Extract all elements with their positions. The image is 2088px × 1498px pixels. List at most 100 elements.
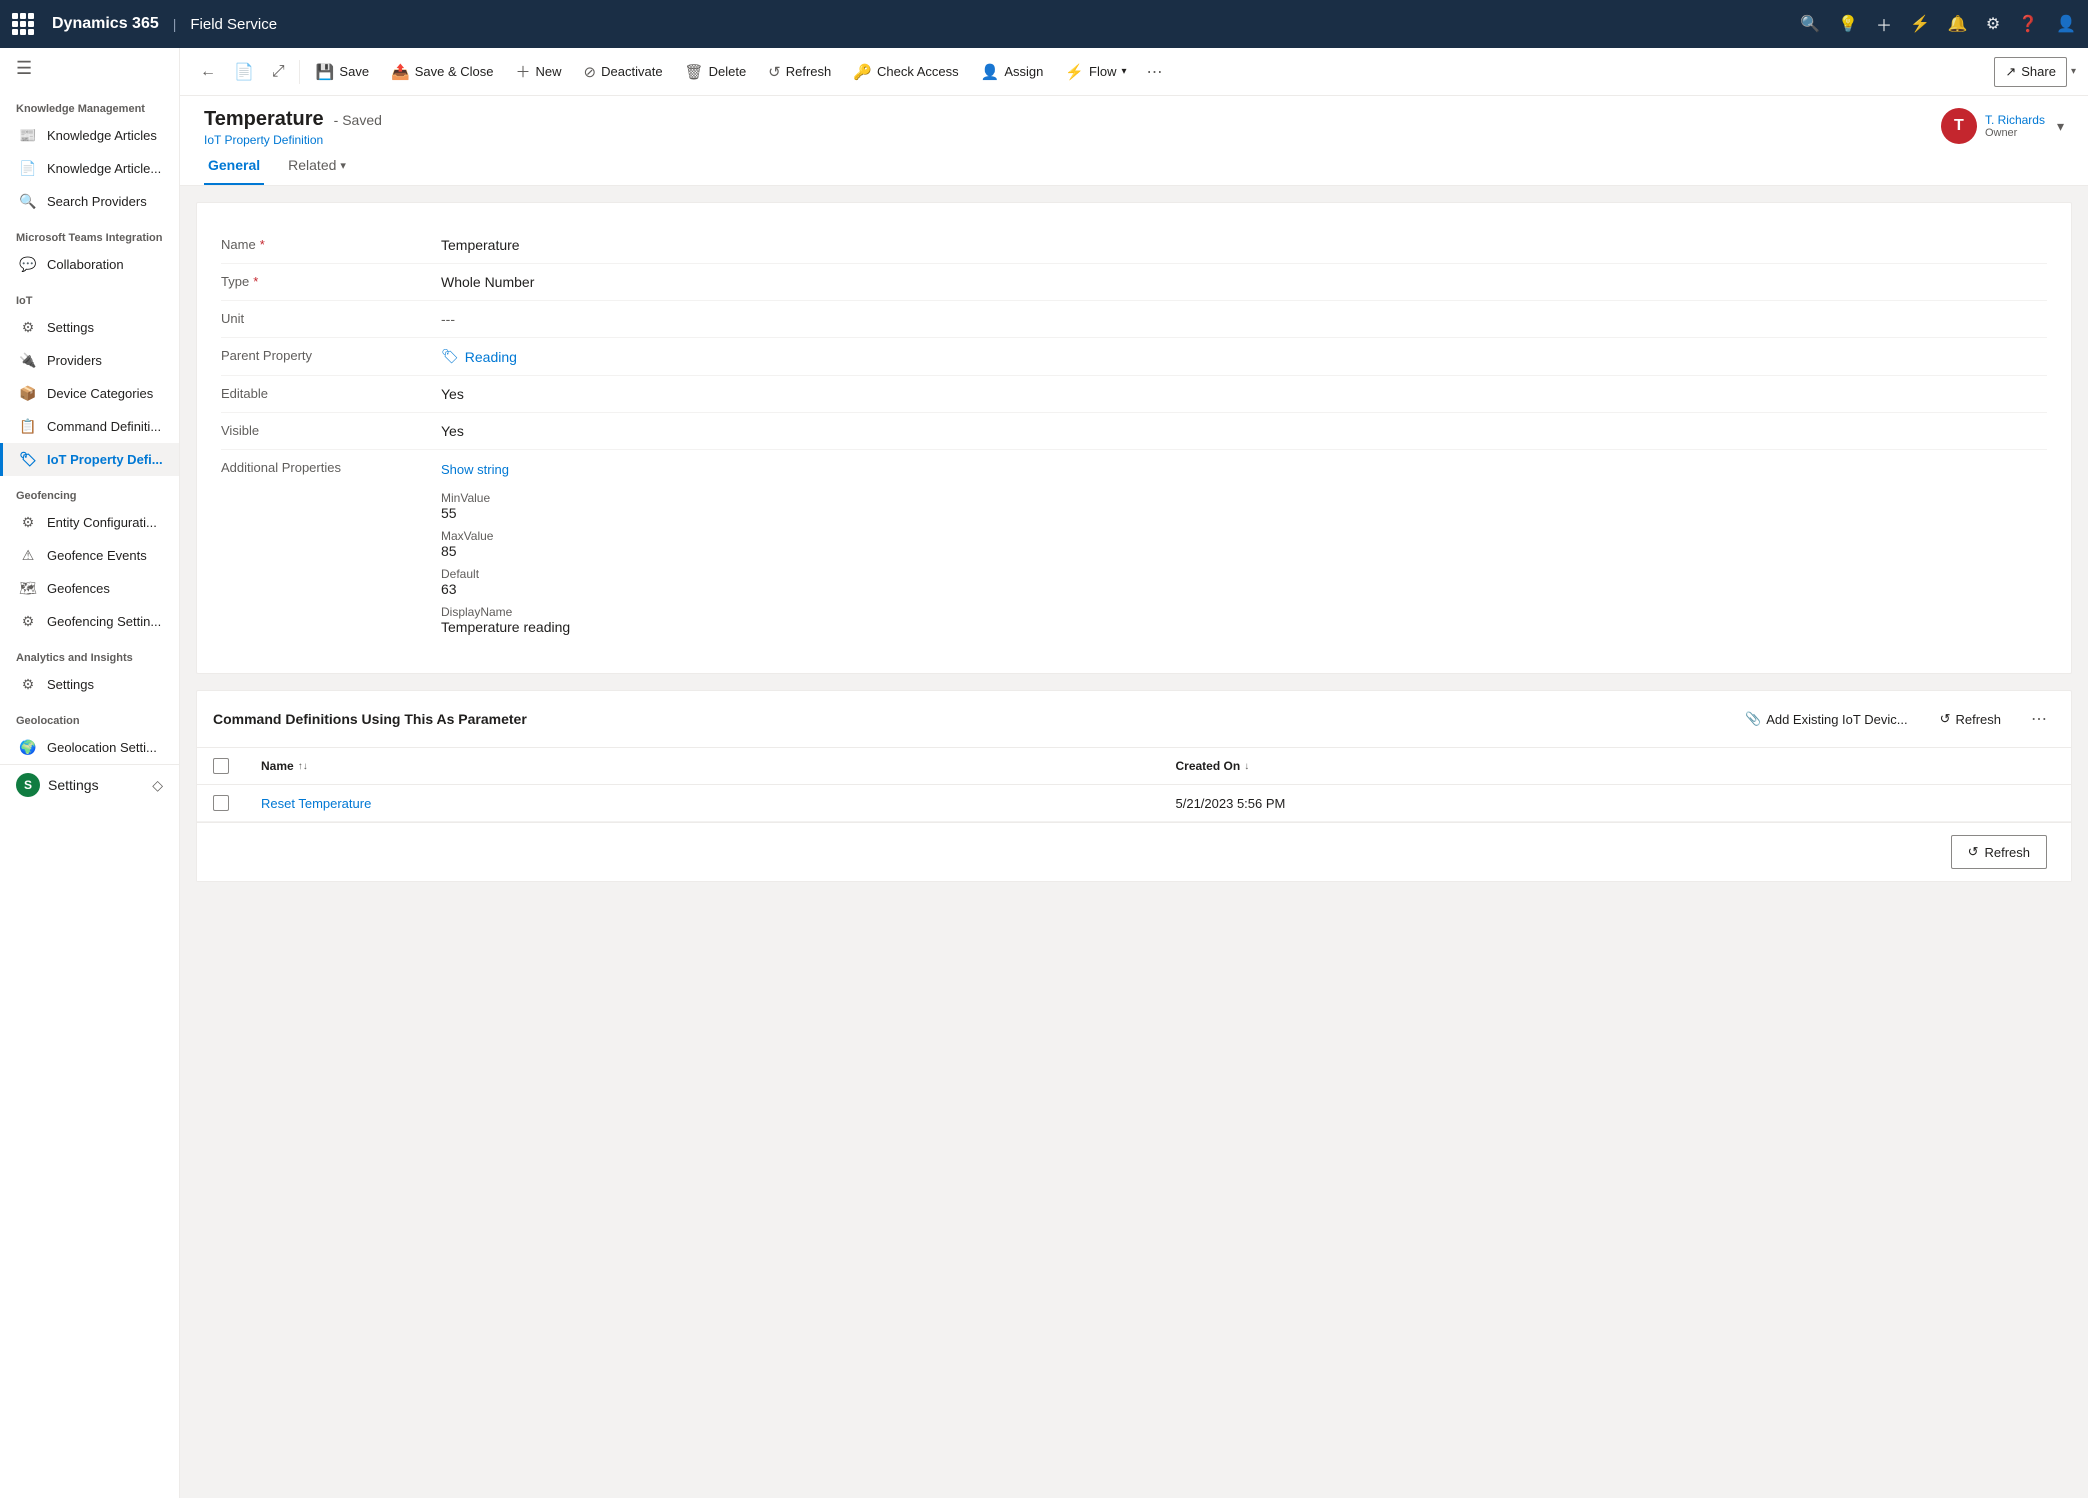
parent-property-link[interactable]: Reading	[465, 349, 517, 365]
owner-name[interactable]: T. Richards	[1985, 113, 2045, 127]
save-button[interactable]: 💾 Save	[306, 57, 379, 87]
field-visible-value: Yes	[441, 423, 2047, 439]
sidebar-item-geolocation-settings[interactable]: 🌍 Geolocation Setti...	[0, 731, 179, 764]
filter-icon[interactable]: ⚡	[1910, 14, 1930, 34]
sidebar-item-search-providers[interactable]: 🔍 Search Providers	[0, 185, 179, 218]
user-icon[interactable]: 👤	[2056, 14, 2076, 34]
sidebar-hamburger[interactable]: ☰	[0, 48, 179, 89]
save-close-button[interactable]: 📤 Save & Close	[381, 57, 503, 87]
sidebar-item-analytics-settings[interactable]: ⚙ Settings	[0, 668, 179, 701]
search-icon[interactable]: 🔍	[1800, 14, 1820, 34]
sidebar-item-iot-settings[interactable]: ⚙ Settings	[0, 311, 179, 344]
sidebar-item-knowledge-articles[interactable]: 📰 Knowledge Articles	[0, 119, 179, 152]
col-header-name[interactable]: Name ↑↓	[245, 748, 1160, 785]
col-name-sort-icon: ↑↓	[298, 761, 308, 772]
sidebar-item-geofence-events[interactable]: ⚠ Geofence Events	[0, 539, 179, 572]
more-button[interactable]: ⋯	[1139, 56, 1171, 88]
settings-icon[interactable]: ⚙	[1986, 14, 2000, 34]
add-existing-button[interactable]: 📎 Add Existing IoT Devic...	[1735, 706, 1918, 732]
add-existing-label: Add Existing IoT Devic...	[1766, 712, 1907, 727]
form-card: Name * Temperature Type * Whole Number	[196, 202, 2072, 674]
waffle-menu[interactable]	[12, 13, 34, 35]
sidebar-item-collaboration[interactable]: 💬 Collaboration	[0, 248, 179, 281]
field-name-value: Temperature	[441, 237, 2047, 253]
assign-label: Assign	[1004, 64, 1043, 79]
select-all-header	[197, 748, 245, 785]
owner-chevron-icon[interactable]: ▾	[2057, 118, 2064, 135]
share-chevron-icon[interactable]: ▾	[2071, 66, 2076, 77]
cmd-more-button[interactable]: ⋯	[2023, 703, 2055, 735]
sidebar-item-entity-config[interactable]: ⚙ Entity Configurati...	[0, 506, 179, 539]
sidebar-item-label: Settings	[47, 677, 94, 692]
col-header-created-on[interactable]: Created On ↓	[1160, 748, 2072, 785]
save-icon: 💾	[316, 63, 335, 81]
delete-button[interactable]: 🗑 Delete	[675, 57, 757, 87]
record-icon-button[interactable]: 📄	[226, 56, 262, 88]
field-name: Name * Temperature	[221, 227, 2047, 264]
notification-icon[interactable]: 🔔	[1948, 14, 1968, 34]
owner-avatar: T	[1941, 108, 1977, 144]
deactivate-label: Deactivate	[601, 64, 662, 79]
deactivate-button[interactable]: ⊘ Deactivate	[574, 57, 673, 87]
sidebar-item-label: IoT Property Defi...	[47, 452, 163, 467]
bottom-refresh-icon: ↺	[1968, 844, 1979, 860]
geolocation-settings-icon: 🌍	[19, 739, 37, 756]
show-string-button[interactable]: Show string	[441, 460, 509, 479]
top-nav: Dynamics 365 | Field Service 🔍 💡 ＋ ⚡ 🔔 ⚙…	[0, 0, 2088, 48]
field-parent-property-value[interactable]: 🏷 Reading	[441, 348, 2047, 365]
app-module-name: Field Service	[190, 16, 277, 33]
tabs: General Related ▾	[180, 147, 2088, 186]
lightbulb-icon[interactable]: 💡	[1838, 14, 1858, 34]
sidebar-item-device-categories[interactable]: 📦 Device Categories	[0, 377, 179, 410]
additional-props-label: Additional Properties	[221, 460, 441, 475]
save-label: Save	[339, 64, 369, 79]
assign-icon: 👤	[981, 63, 1000, 81]
cmd-title: Command Definitions Using This As Parame…	[213, 711, 1723, 727]
sidebar-section-knowledge: Knowledge Management	[0, 89, 179, 119]
sidebar-item-command-definitions[interactable]: 📋 Command Definiti...	[0, 410, 179, 443]
sidebar-item-geofencing-settings[interactable]: ⚙ Geofencing Settin...	[0, 605, 179, 638]
new-button[interactable]: ＋ New	[506, 55, 572, 88]
bottom-bar: ↺ Refresh	[197, 822, 2071, 881]
row-checkbox[interactable]	[213, 795, 229, 811]
sidebar-item-providers[interactable]: 🔌 Providers	[0, 344, 179, 377]
knowledge-articles-icon: 📰	[19, 127, 37, 144]
additional-props-inner: Show string MinValue 55 MaxValue 85	[441, 460, 2047, 639]
field-unit: Unit ---	[221, 301, 2047, 338]
iot-property-def-icon: 🏷	[19, 451, 37, 468]
command-definitions-section: Command Definitions Using This As Parame…	[196, 690, 2072, 882]
top-nav-actions: 🔍 💡 ＋ ⚡ 🔔 ⚙ ❓ 👤	[1800, 12, 2076, 36]
cmd-refresh-button[interactable]: ↺ Refresh	[1930, 706, 2011, 732]
help-icon[interactable]: ❓	[2018, 14, 2038, 34]
save-close-label: Save & Close	[415, 64, 494, 79]
sub-field-maxvalue-label: MaxValue	[441, 529, 2047, 543]
assign-button[interactable]: 👤 Assign	[971, 57, 1054, 87]
tab-general[interactable]: General	[204, 147, 264, 185]
refresh-icon: ↺	[768, 63, 781, 81]
sub-field-default-value: 63	[441, 581, 2047, 597]
back-button[interactable]: ←	[192, 57, 224, 87]
share-icon-button[interactable]: ⤢	[264, 57, 293, 87]
check-access-button[interactable]: 🔑 Check Access	[843, 57, 968, 87]
field-type: Type * Whole Number	[221, 264, 2047, 301]
row-name-link[interactable]: Reset Temperature	[261, 796, 371, 811]
share-button[interactable]: ↗ Share	[1994, 57, 2067, 87]
add-icon[interactable]: ＋	[1876, 12, 1892, 36]
sidebar-bottom-settings[interactable]: S Settings ◇	[0, 764, 179, 805]
bottom-refresh-label: Refresh	[1984, 845, 2030, 860]
row-name-cell: Reset Temperature	[245, 785, 1160, 822]
sidebar-item-geofences[interactable]: 🗺 Geofences	[0, 572, 179, 605]
flow-button[interactable]: ⚡ Flow ▾	[1055, 57, 1136, 87]
sidebar-item-knowledge-article2[interactable]: 📄 Knowledge Article...	[0, 152, 179, 185]
select-all-checkbox[interactable]	[213, 758, 229, 774]
tab-related[interactable]: Related ▾	[284, 147, 350, 185]
sidebar: ☰ Knowledge Management 📰 Knowledge Artic…	[0, 48, 180, 1498]
sidebar-item-iot-property-def[interactable]: 🏷 IoT Property Defi...	[0, 443, 179, 476]
record-title: Temperature	[204, 108, 324, 131]
add-existing-icon: 📎	[1745, 711, 1761, 727]
sidebar-bottom-chevron: ◇	[152, 777, 163, 794]
bottom-refresh-button[interactable]: ↺ Refresh	[1951, 835, 2047, 869]
flow-chevron-icon: ▾	[1121, 66, 1126, 77]
refresh-button[interactable]: ↺ Refresh	[758, 57, 841, 87]
required-indicator: *	[260, 237, 265, 252]
